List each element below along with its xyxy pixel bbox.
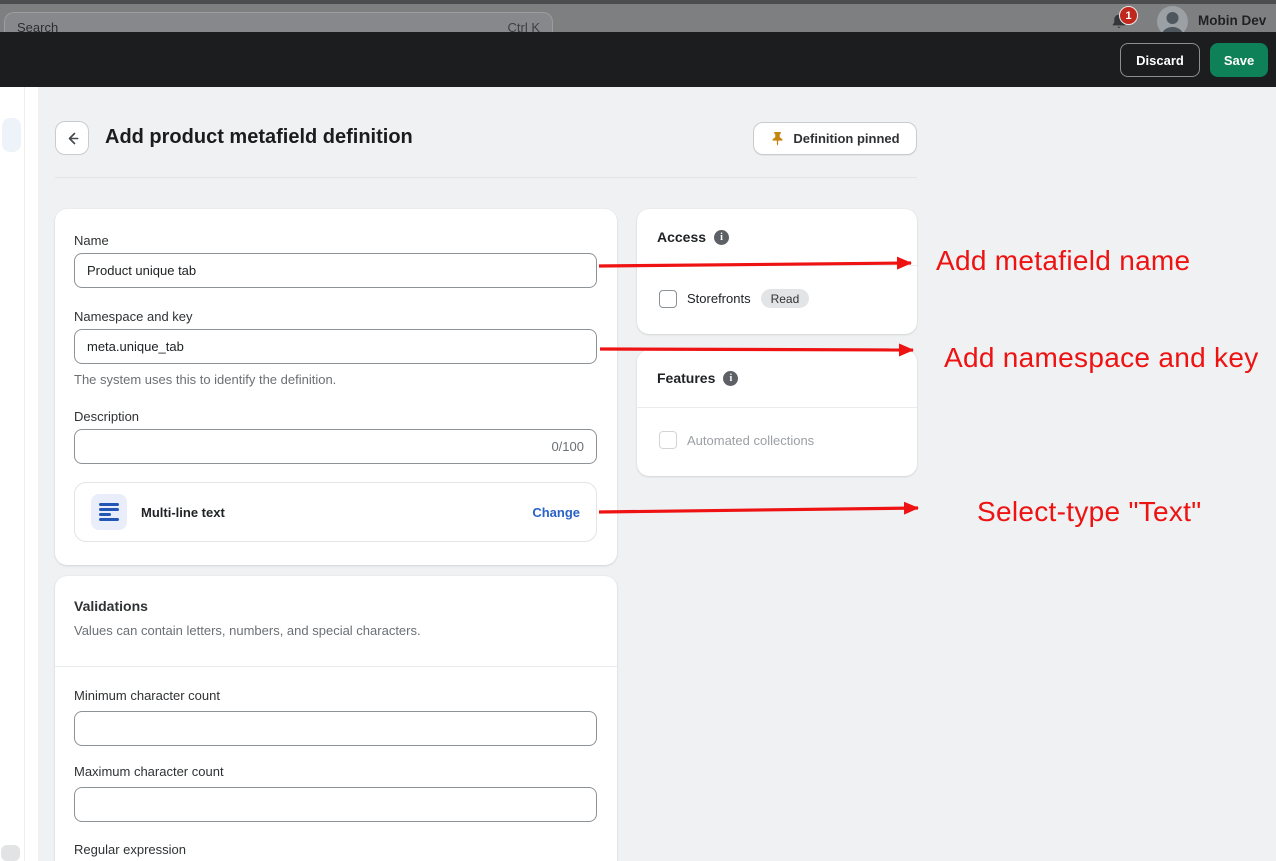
storefronts-row: Storefronts Read — [659, 289, 809, 308]
definition-pinned-label: Definition pinned — [793, 131, 899, 146]
multi-line-text-icon — [91, 494, 127, 530]
access-info-icon[interactable]: i — [714, 230, 729, 245]
name-input[interactable] — [74, 253, 597, 288]
validations-card: Validations Values can contain letters, … — [55, 576, 617, 861]
access-heading-row: Access i — [657, 229, 729, 245]
user-name[interactable]: Mobin Dev — [1198, 13, 1266, 28]
sidebar-bottom-widget — [1, 845, 20, 861]
annotation-namespace: Add namespace and key — [944, 342, 1259, 374]
validations-divider — [55, 666, 617, 667]
app-root: Search Ctrl K 1 Mobin Dev Discard Save — [0, 0, 1276, 861]
storefronts-checkbox[interactable] — [659, 290, 677, 308]
discard-button[interactable]: Discard — [1120, 43, 1200, 77]
access-title: Access — [657, 229, 706, 245]
description-counter: 0/100 — [551, 439, 584, 454]
definition-card: Name Namespace and key The system uses t… — [55, 209, 617, 565]
browser-edge-strip — [0, 0, 1276, 4]
min-count-input[interactable] — [74, 711, 597, 746]
sidebar-scroll-edge — [24, 87, 25, 861]
automated-collections-checkbox — [659, 431, 677, 449]
content-type-label: Multi-line text — [141, 505, 518, 520]
sidebar-selected-item[interactable] — [2, 118, 21, 152]
content-type-selector: Multi-line text Change — [74, 482, 597, 542]
annotation-name: Add metafield name — [936, 245, 1190, 277]
max-count-label: Maximum character count — [74, 764, 224, 779]
arrow-type-selector — [599, 508, 918, 512]
description-input[interactable]: 0/100 — [74, 429, 597, 464]
change-type-link[interactable]: Change — [532, 505, 580, 520]
access-divider — [637, 265, 917, 266]
automated-collections-row: Automated collections — [659, 431, 814, 449]
read-badge: Read — [761, 289, 810, 308]
features-card: Features i Automated collections — [637, 350, 917, 476]
features-info-icon[interactable]: i — [723, 371, 738, 386]
description-input-field[interactable] — [87, 439, 543, 454]
arrow-left-icon — [64, 130, 81, 147]
top-bar: Search Ctrl K 1 Mobin Dev — [0, 0, 1276, 32]
features-heading-row: Features i — [657, 370, 738, 386]
sidebar-remnant — [0, 87, 38, 861]
notification-badge[interactable]: 1 — [1119, 6, 1138, 25]
min-count-label: Minimum character count — [74, 688, 220, 703]
description-label: Description — [74, 409, 139, 424]
features-divider — [637, 407, 917, 408]
definition-pinned-button[interactable]: Definition pinned — [753, 122, 917, 155]
max-count-input[interactable] — [74, 787, 597, 822]
page-title: Add product metafield definition — [105, 126, 413, 149]
header-divider — [55, 177, 917, 178]
storefronts-label: Storefronts — [687, 291, 751, 306]
back-button[interactable] — [55, 121, 89, 155]
features-title: Features — [657, 370, 715, 386]
annotation-type: Select-type "Text" — [977, 496, 1201, 528]
validations-subtitle: Values can contain letters, numbers, and… — [74, 623, 421, 638]
name-label: Name — [74, 233, 109, 248]
namespace-label: Namespace and key — [74, 309, 193, 324]
namespace-help-text: The system uses this to identify the def… — [74, 372, 336, 387]
validations-title: Validations — [74, 598, 148, 614]
access-card: Access i Storefronts Read — [637, 209, 917, 334]
automated-collections-label: Automated collections — [687, 433, 814, 448]
regex-label: Regular expression — [74, 842, 186, 857]
namespace-input[interactable] — [74, 329, 597, 364]
pin-icon — [770, 131, 785, 146]
contextual-save-bar: Discard Save — [0, 32, 1276, 87]
save-button[interactable]: Save — [1210, 43, 1268, 77]
